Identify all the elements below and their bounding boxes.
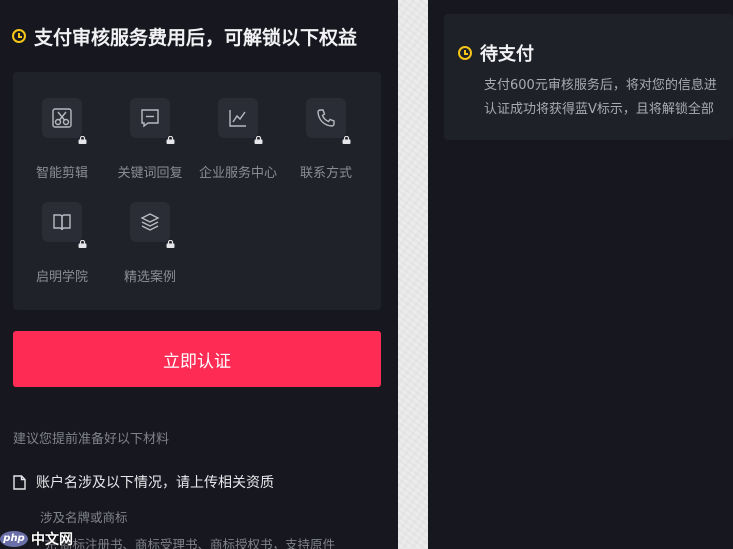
lock-icon — [78, 136, 87, 144]
left-panel: 支付审核服务费用后，可解锁以下权益 智能剪辑 关键词回复 企业服务中心 联系方式… — [0, 0, 398, 549]
watermark: php 中文网 — [0, 528, 86, 549]
benefit-keyword-reply[interactable]: 关键词回复 — [106, 72, 194, 181]
material-item: 账户名涉及以下情况，请上传相关资质 — [13, 472, 274, 492]
benefit-service-center[interactable]: 企业服务中心 — [194, 72, 282, 181]
message-icon — [130, 98, 170, 138]
material-sub: 涉及名牌或商标 — [40, 510, 128, 525]
materials-tip: 建议您提前准备好以下材料 — [13, 432, 170, 447]
scissors-icon — [42, 98, 82, 138]
material-detail: 商标注册书、商标受理书、商标授权书，支持原件充 — [44, 534, 335, 549]
benefits-heading-text: 支付审核服务费用后，可解锁以下权益 — [34, 26, 358, 49]
material-title: 账户名涉及以下情况，请上传相关资质 — [36, 475, 274, 491]
pending-desc-line2: 认证成功将获得蓝V标示，且将解锁全部 — [484, 102, 714, 117]
clock-icon — [458, 46, 472, 60]
lock-icon — [78, 240, 87, 248]
benefit-label: 精选案例 — [123, 270, 176, 285]
clock-icon — [12, 29, 26, 43]
document-icon — [13, 474, 26, 490]
lock-icon — [254, 136, 263, 144]
lock-icon — [342, 136, 351, 144]
benefit-label: 启明学院 — [35, 270, 88, 285]
pending-desc-line1: 支付600元审核服务后，将对您的信息进 — [484, 78, 717, 93]
lock-icon — [166, 136, 175, 144]
watermark-logo: php — [0, 530, 28, 547]
layers-icon — [130, 202, 170, 242]
book-icon — [42, 202, 82, 242]
benefit-cases[interactable]: 精选案例 — [106, 176, 194, 285]
phone-icon — [306, 98, 346, 138]
benefits-heading: 支付审核服务费用后，可解锁以下权益 — [12, 24, 358, 49]
benefit-label: 企业服务中心 — [198, 166, 277, 181]
benefit-academy[interactable]: 启明学院 — [18, 176, 106, 285]
verify-now-button[interactable]: 立即认证 — [13, 331, 381, 387]
benefits-card: 智能剪辑 关键词回复 企业服务中心 联系方式 启明学院 精选案例 — [13, 72, 381, 310]
chart-icon — [218, 98, 258, 138]
lock-icon — [166, 240, 175, 248]
watermark-text: 中文网 — [31, 531, 73, 548]
pending-title-text: 待支付 — [480, 44, 534, 65]
pending-title: 待支付 — [458, 40, 534, 66]
benefit-contact[interactable]: 联系方式 — [282, 72, 370, 181]
benefit-smart-edit[interactable]: 智能剪辑 — [18, 72, 106, 181]
pending-payment-card: 待支付 支付600元审核服务后，将对您的信息进 认证成功将获得蓝V标示，且将解锁… — [444, 14, 733, 140]
benefit-label: 联系方式 — [299, 166, 352, 181]
